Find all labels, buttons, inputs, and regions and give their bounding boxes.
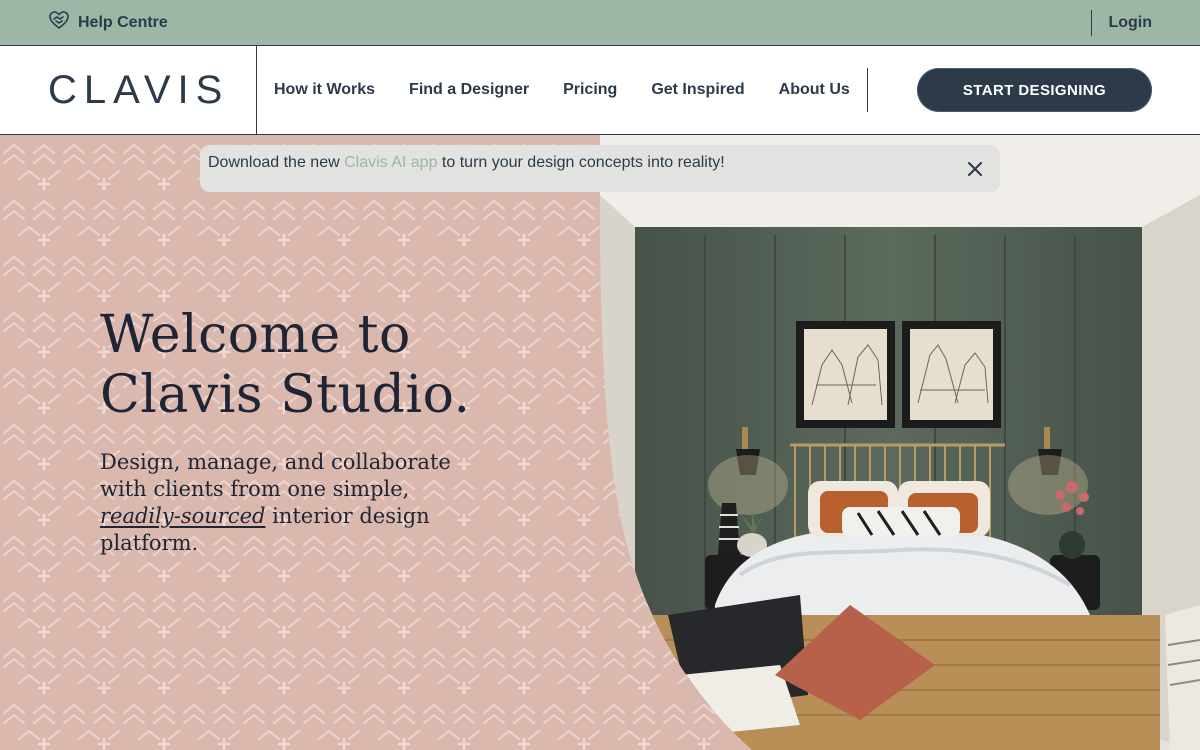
hero-title: Welcome to Clavis Studio. xyxy=(100,305,520,425)
start-designing-button[interactable]: START DESIGNING xyxy=(917,68,1152,112)
hero-title-line-2: Clavis Studio. xyxy=(100,365,471,425)
help-centre-link[interactable]: Help Centre xyxy=(48,10,168,32)
hero-subtitle-part-1: Design, manage, and collaborate with cli… xyxy=(100,450,451,501)
hero-title-line-1: Welcome to xyxy=(100,305,411,365)
announcement-banner: Download the new Clavis AI app to turn y… xyxy=(200,145,1000,192)
nav-link-about-us[interactable]: About Us xyxy=(779,81,850,99)
hero-text-block: Welcome to Clavis Studio. Design, manage… xyxy=(100,305,520,557)
handshake-heart-icon xyxy=(48,9,70,31)
hero-subtitle-emphasis: readily-sourced xyxy=(100,504,266,528)
utility-bar: Help Centre Login xyxy=(0,0,1200,46)
utility-right: Login xyxy=(1091,0,1152,45)
utility-divider xyxy=(1091,9,1093,36)
nav-links: How it Works Find a Designer Pricing Get… xyxy=(257,46,867,134)
announcement-prefix: Download the new xyxy=(208,154,345,171)
logo-container[interactable]: CLAVIS xyxy=(0,46,257,134)
clavis-ai-app-link[interactable]: Clavis AI app xyxy=(344,154,437,171)
nav-link-pricing[interactable]: Pricing xyxy=(563,81,617,99)
nav-link-how-it-works[interactable]: How it Works xyxy=(274,81,375,99)
hero-subtitle: Design, manage, and collaborate with cli… xyxy=(100,449,470,557)
nav-link-get-inspired[interactable]: Get Inspired xyxy=(651,81,744,99)
nav-link-find-a-designer[interactable]: Find a Designer xyxy=(409,81,529,99)
login-link[interactable]: Login xyxy=(1108,14,1152,32)
clavis-logo[interactable]: CLAVIS xyxy=(48,68,229,113)
nav-divider xyxy=(866,68,868,112)
announcement-suffix: to turn your design concepts into realit… xyxy=(437,154,725,171)
main-nav: CLAVIS How it Works Find a Designer Pric… xyxy=(0,46,1200,135)
announcement-text: Download the new Clavis AI app to turn y… xyxy=(208,154,725,172)
help-centre-label: Help Centre xyxy=(78,13,168,31)
close-icon[interactable] xyxy=(964,158,986,180)
hero-section: Welcome to Clavis Studio. Design, manage… xyxy=(0,135,1200,750)
